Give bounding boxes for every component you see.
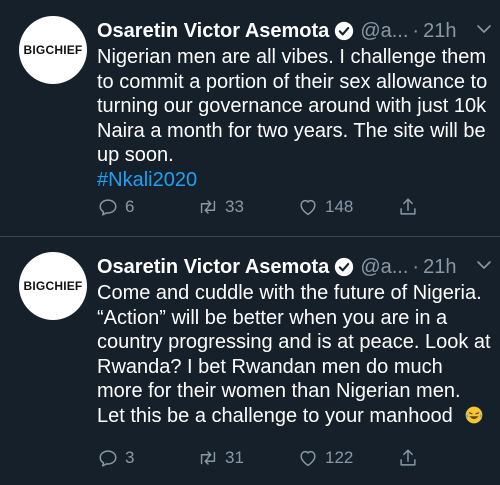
reply-icon [99, 199, 117, 216]
heart-icon [300, 199, 316, 216]
reply-count: 3 [125, 448, 135, 467]
avatar-logo-text: BIGCHIEF [23, 43, 83, 57]
share-icon [400, 449, 416, 466]
hashtag-link[interactable]: #Nkali2020 [97, 168, 492, 193]
author-name[interactable]: Osaretin Victor Asemota [97, 256, 329, 279]
share-button[interactable] [397, 446, 425, 470]
chevron-down-icon[interactable] [476, 257, 492, 273]
author-handle[interactable]: @a... [360, 256, 408, 279]
retweet-icon [200, 451, 216, 465]
laughing-tears-emoji-icon [466, 406, 483, 423]
separator-dot: · [412, 255, 420, 278]
timestamp[interactable]: 21h [423, 256, 456, 279]
reply-button[interactable]: 3 [97, 446, 134, 470]
tweet-body: Nigerian men are all vibes. I challenge … [97, 46, 488, 166]
chevron-down-icon[interactable] [476, 21, 492, 37]
action-bar: 6 33 148 [97, 195, 437, 219]
timeline: BIGCHIEF Osaretin Victor Asemota @a... ·… [0, 0, 500, 485]
action-bar: 3 31 122 [97, 446, 437, 470]
avatar[interactable]: BIGCHIEF [19, 16, 87, 84]
tweet-body: Come and cuddle with the future of Niger… [97, 282, 491, 427]
author-handle[interactable]: @a... [360, 20, 408, 43]
tweet-text: Nigerian men are all vibes. I challenge … [97, 45, 492, 192]
tweet-header: Osaretin Victor Asemota @a... · 21h [97, 253, 492, 281]
retweet-icon [200, 200, 216, 214]
share-icon [400, 198, 416, 215]
retweet-button[interactable]: 33 [197, 195, 244, 219]
tweet-text: Come and cuddle with the future of Niger… [97, 281, 492, 428]
tweet[interactable]: BIGCHIEF Osaretin Victor Asemota @a... ·… [0, 0, 500, 236]
tweet-header: Osaretin Victor Asemota @a... · 21h [97, 17, 492, 45]
share-button[interactable] [397, 195, 425, 219]
retweet-count: 31 [225, 448, 244, 467]
verified-badge-icon [335, 257, 354, 277]
like-button[interactable]: 122 [297, 446, 353, 470]
separator-dot: · [412, 19, 420, 42]
timestamp[interactable]: 21h [423, 20, 456, 43]
like-button[interactable]: 148 [297, 195, 353, 219]
tweet[interactable]: BIGCHIEF Osaretin Victor Asemota @a... ·… [0, 236, 500, 485]
like-count: 122 [325, 448, 354, 467]
like-count: 148 [325, 197, 354, 216]
retweet-count: 33 [225, 197, 244, 216]
reply-icon [99, 450, 117, 467]
heart-icon [300, 450, 316, 467]
retweet-button[interactable]: 31 [197, 446, 244, 470]
author-name[interactable]: Osaretin Victor Asemota [97, 20, 329, 43]
reply-button[interactable]: 6 [97, 195, 134, 219]
verified-badge-icon [335, 21, 354, 41]
avatar-logo-text: BIGCHIEF [23, 279, 83, 293]
avatar[interactable]: BIGCHIEF [19, 252, 87, 320]
reply-count: 6 [125, 197, 135, 216]
